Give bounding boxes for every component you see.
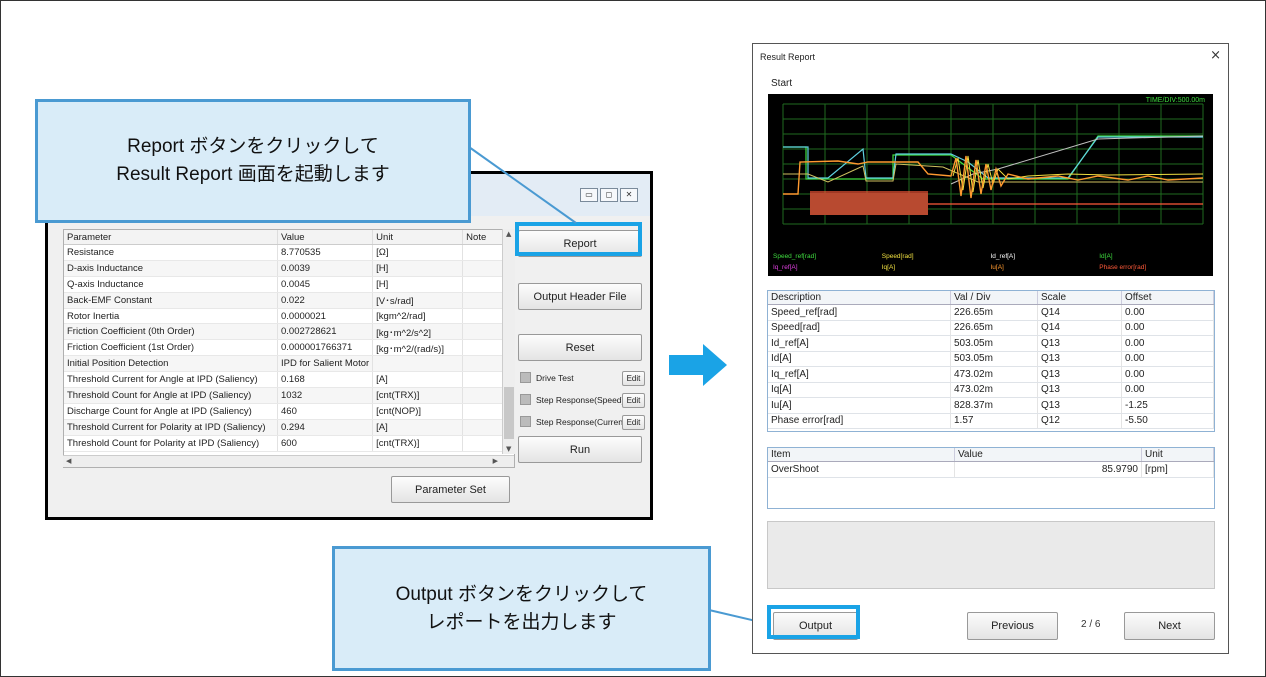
page-indicator: 2 / 6 bbox=[1081, 619, 1101, 630]
right-arrow-icon bbox=[669, 344, 727, 386]
column-header[interactable]: Offset bbox=[1121, 291, 1214, 305]
report-connector bbox=[468, 146, 577, 224]
table-row[interactable]: OverShoot 85.9790 [rpm] bbox=[768, 461, 1214, 478]
legend-item: Phase error[rad] bbox=[1099, 264, 1147, 271]
table-cell: 0.00 bbox=[1121, 351, 1214, 367]
callout-line: Result Report 画面を起動します bbox=[116, 164, 390, 185]
output-highlight bbox=[767, 605, 860, 639]
table-cell: 0.00 bbox=[1121, 382, 1214, 398]
table-cell: 0.00 bbox=[1121, 304, 1214, 321]
table-cell: Id[A] bbox=[768, 351, 951, 367]
report-callout: Report ボタンをクリックして Result Report 画面を起動します bbox=[35, 99, 471, 223]
legend-item: Id[A] bbox=[1099, 253, 1113, 260]
time-div-label: TIME/DIV:500.00m bbox=[1145, 97, 1205, 104]
column-header[interactable]: Item bbox=[768, 448, 955, 462]
table-cell: Q13 bbox=[1037, 366, 1122, 383]
table-row[interactable]: Id_ref[A] 503.05m Q13 0.00 bbox=[768, 335, 1214, 352]
table-cell: 503.05m bbox=[950, 351, 1038, 367]
table-cell: 503.05m bbox=[950, 335, 1038, 352]
legend-item: Iq_ref[A] bbox=[773, 264, 798, 271]
table-cell: [rpm] bbox=[1141, 461, 1214, 478]
table-cell: 828.37m bbox=[950, 397, 1038, 414]
previous-button[interactable]: Previous bbox=[967, 612, 1058, 640]
table-cell: Id_ref[A] bbox=[768, 335, 951, 352]
legend-item: Speed_ref[rad] bbox=[773, 253, 817, 260]
column-header[interactable]: Description bbox=[768, 291, 951, 305]
table-row[interactable]: Iq[A] 473.02m Q13 0.00 bbox=[768, 382, 1214, 398]
table-cell: 0.00 bbox=[1121, 335, 1214, 352]
phase-error-trace bbox=[810, 191, 1203, 215]
column-header[interactable]: Unit bbox=[1141, 448, 1214, 462]
table-header-row: Item Value Unit bbox=[768, 448, 1214, 462]
table-cell: 85.9790 bbox=[954, 461, 1142, 478]
table-row[interactable]: Id[A] 503.05m Q13 0.00 bbox=[768, 351, 1214, 367]
window-title: Result Report bbox=[760, 52, 816, 62]
next-button[interactable]: Next bbox=[1124, 612, 1215, 640]
table-cell: Speed[rad] bbox=[768, 320, 951, 336]
result-report-window: Result Report × Start TIME/DIV:500.00m S… bbox=[752, 43, 1229, 654]
oscilloscope-view: TIME/DIV:500.00m Speed_ref[rad] Speed[rad… bbox=[768, 94, 1213, 276]
start-label: Start bbox=[771, 78, 793, 89]
table-cell: -5.50 bbox=[1121, 413, 1214, 429]
table-row[interactable]: Iu[A] 828.37m Q13 -1.25 bbox=[768, 397, 1214, 414]
table-cell: 0.00 bbox=[1121, 366, 1214, 383]
output-callout: Output ボタンをクリックして レポートを出力します bbox=[332, 546, 711, 671]
table-cell: 0.00 bbox=[1121, 320, 1214, 336]
scope-legend: Iq_ref[A] Iq[A] Iu[A] Phase error[rad] bbox=[773, 264, 1208, 271]
table-cell: Q13 bbox=[1037, 382, 1122, 398]
table-cell: Phase error[rad] bbox=[768, 413, 951, 429]
table-cell: 226.65m bbox=[950, 320, 1038, 336]
result-table: Item Value Unit OverShoot 85.9790 [rpm] bbox=[768, 448, 1214, 478]
column-header[interactable]: Val / Div bbox=[950, 291, 1038, 305]
table-row[interactable]: Phase error[rad] 1.57 Q12 -5.50 bbox=[768, 413, 1214, 429]
result-table-panel: Item Value Unit OverShoot 85.9790 [rpm] bbox=[767, 447, 1215, 509]
table-cell: 1.57 bbox=[950, 413, 1038, 429]
table-cell: 226.65m bbox=[950, 304, 1038, 321]
table-cell: Q13 bbox=[1037, 397, 1122, 414]
table-cell: 473.02m bbox=[950, 366, 1038, 383]
slide-frame: ▭ ◻ ✕ Parameter Value Unit Note Resistan… bbox=[0, 0, 1266, 677]
callout-line: レポートを出力します bbox=[426, 611, 617, 633]
scale-table: Description Val / Div Scale Offset Speed… bbox=[768, 291, 1214, 429]
legend-item: Iq[A] bbox=[881, 264, 896, 271]
scale-table-panel: Description Val / Div Scale Offset Speed… bbox=[767, 290, 1215, 432]
table-cell: Iq_ref[A] bbox=[768, 366, 951, 383]
table-row[interactable]: Speed_ref[rad] 226.65m Q14 0.00 bbox=[768, 304, 1214, 321]
table-header-row: Description Val / Div Scale Offset bbox=[768, 291, 1214, 305]
table-cell: Q12 bbox=[1037, 413, 1122, 429]
callout-line: Output ボタンをクリックして bbox=[395, 583, 648, 605]
legend-item: Id_ref[A] bbox=[990, 253, 1016, 260]
table-cell: 473.02m bbox=[950, 382, 1038, 398]
scope-legend: Speed_ref[rad] Speed[rad] Id_ref[A] Id[A] bbox=[773, 253, 1208, 260]
legend-item: Speed[rad] bbox=[881, 253, 914, 260]
table-cell: -1.25 bbox=[1121, 397, 1214, 414]
table-cell: Iu[A] bbox=[768, 397, 951, 414]
close-icon[interactable]: × bbox=[1210, 48, 1221, 63]
legend-item: Iu[A] bbox=[990, 264, 1004, 271]
table-cell: OverShoot bbox=[768, 461, 955, 478]
column-header[interactable]: Value bbox=[954, 448, 1142, 462]
column-header[interactable]: Scale bbox=[1037, 291, 1122, 305]
waveform-plot bbox=[782, 103, 1204, 225]
callout-line: Report ボタンをクリックして bbox=[127, 136, 379, 157]
output-log-area bbox=[767, 521, 1215, 589]
table-cell: Q13 bbox=[1037, 335, 1122, 352]
table-cell: Q13 bbox=[1037, 351, 1122, 367]
table-cell: Speed_ref[rad] bbox=[768, 304, 951, 321]
table-row[interactable]: Iq_ref[A] 473.02m Q13 0.00 bbox=[768, 366, 1214, 383]
table-row[interactable]: Speed[rad] 226.65m Q14 0.00 bbox=[768, 320, 1214, 336]
table-cell: Iq[A] bbox=[768, 382, 951, 398]
table-cell: Q14 bbox=[1037, 304, 1122, 321]
table-cell: Q14 bbox=[1037, 320, 1122, 336]
